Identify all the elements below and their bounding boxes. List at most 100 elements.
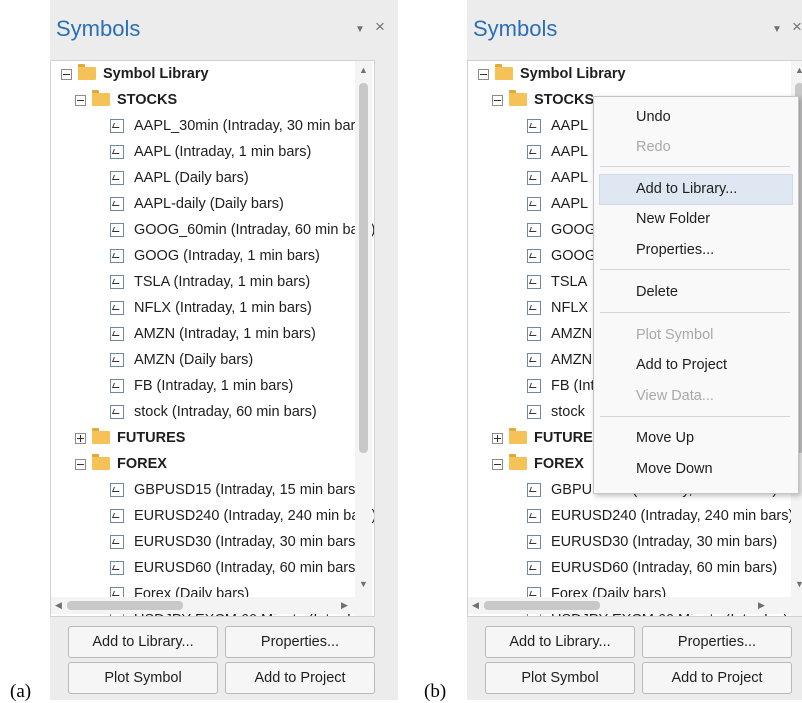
menu-separator bbox=[600, 166, 790, 167]
chart-icon bbox=[110, 353, 124, 367]
menu-item-plot-symbol[interactable]: Plot Symbol bbox=[636, 323, 713, 347]
tree-item-label: EURUSD240 (Intraday, 240 min bars) bbox=[134, 508, 375, 524]
scroll-up-icon[interactable]: ▲ bbox=[359, 65, 368, 75]
properties-button[interactable]: Properties... bbox=[225, 626, 375, 658]
dropdown-arrow-icon[interactable]: ▼ bbox=[772, 24, 782, 35]
horizontal-scrollbar[interactable]: ◀ ▶ bbox=[468, 597, 791, 614]
tree-item-label: GOOG bbox=[551, 222, 597, 238]
chart-icon bbox=[527, 249, 541, 263]
tree-item-label: AAPL bbox=[551, 196, 589, 212]
menu-separator bbox=[600, 416, 790, 417]
chart-icon bbox=[527, 145, 541, 159]
expand-icon[interactable] bbox=[492, 433, 503, 444]
menu-separator bbox=[600, 312, 790, 313]
folder-icon bbox=[509, 428, 527, 444]
chart-icon bbox=[527, 509, 541, 523]
scroll-right-icon[interactable]: ▶ bbox=[341, 600, 348, 611]
tree-item-label: EURUSD60 (Intraday, 60 min bars) bbox=[134, 560, 361, 576]
menu-item-redo[interactable]: Redo bbox=[636, 135, 671, 159]
menu-item-add-to-library[interactable]: Add to Library... bbox=[636, 177, 737, 201]
tree-item-label: TSLA bbox=[551, 274, 588, 290]
expand-icon[interactable] bbox=[75, 433, 86, 444]
folder-icon bbox=[495, 64, 513, 80]
add-to-project-button[interactable]: Add to Project bbox=[225, 662, 375, 694]
chart-icon bbox=[110, 561, 124, 575]
chart-icon bbox=[110, 327, 124, 341]
menu-item-undo[interactable]: Undo bbox=[636, 105, 671, 129]
chart-icon bbox=[110, 275, 124, 289]
menu-item-view-data[interactable]: View Data... bbox=[636, 384, 714, 408]
tree-item-label: AAPL-daily (Daily bars) bbox=[134, 196, 284, 212]
folder-icon bbox=[78, 64, 96, 80]
close-icon[interactable]: × bbox=[792, 17, 802, 37]
close-icon[interactable]: × bbox=[375, 17, 385, 37]
tree-item-label: STOCKS bbox=[534, 92, 595, 108]
chart-icon bbox=[527, 119, 541, 133]
context-menu: Undo Redo Add to Library... New Folder P… bbox=[593, 96, 799, 494]
tree-item-label: AAPL bbox=[551, 170, 589, 186]
properties-button[interactable]: Properties... bbox=[642, 626, 792, 658]
chart-icon bbox=[527, 327, 541, 341]
add-to-library-button[interactable]: Add to Library... bbox=[485, 626, 635, 658]
scroll-thumb[interactable] bbox=[359, 83, 368, 453]
menu-item-add-to-project[interactable]: Add to Project bbox=[636, 353, 727, 377]
scroll-left-icon[interactable]: ◀ bbox=[472, 600, 479, 611]
menu-item-move-up[interactable]: Move Up bbox=[636, 426, 694, 450]
scroll-left-icon[interactable]: ◀ bbox=[55, 600, 62, 611]
tree-item-label: Symbol Library bbox=[103, 66, 209, 82]
chart-icon bbox=[110, 509, 124, 523]
chart-icon bbox=[110, 223, 124, 237]
plot-symbol-button[interactable]: Plot Symbol bbox=[485, 662, 635, 694]
scroll-down-icon[interactable]: ▼ bbox=[795, 579, 802, 589]
add-to-library-button[interactable]: Add to Library... bbox=[68, 626, 218, 658]
scroll-down-icon[interactable]: ▼ bbox=[359, 579, 368, 589]
menu-item-properties[interactable]: Properties... bbox=[636, 238, 714, 262]
chart-icon bbox=[110, 249, 124, 263]
chart-icon bbox=[527, 223, 541, 237]
tree-item-label: EURUSD240 (Intraday, 240 min bars) bbox=[551, 508, 794, 524]
menu-separator bbox=[600, 269, 790, 270]
tree-item-label: AAPL bbox=[551, 144, 589, 160]
tree-item-label: NFLX bbox=[551, 300, 589, 316]
chart-icon bbox=[110, 379, 124, 393]
collapse-icon[interactable] bbox=[75, 95, 86, 106]
menu-item-new-folder[interactable]: New Folder bbox=[636, 207, 710, 231]
collapse-icon[interactable] bbox=[478, 69, 489, 80]
chart-icon bbox=[527, 405, 541, 419]
scroll-thumb[interactable] bbox=[67, 601, 183, 610]
chart-icon bbox=[527, 379, 541, 393]
panel-title: Symbols bbox=[56, 16, 141, 41]
tree-item-label: AAPL bbox=[551, 118, 589, 134]
tree-item-label: AAPL (Daily bars) bbox=[134, 170, 249, 186]
tree-item-label: STOCKS bbox=[117, 92, 178, 108]
chart-icon bbox=[527, 301, 541, 315]
chart-icon bbox=[110, 405, 124, 419]
tree-item-label: GOOG bbox=[551, 248, 597, 264]
horizontal-scrollbar[interactable]: ◀ ▶ bbox=[51, 597, 355, 614]
chart-icon bbox=[527, 275, 541, 289]
tree-item-label: FB (Intraday, 1 min bars) bbox=[134, 378, 294, 394]
collapse-icon[interactable] bbox=[75, 459, 86, 470]
vertical-scrollbar[interactable]: ▲ ▼ bbox=[355, 61, 372, 616]
scroll-up-icon[interactable]: ▲ bbox=[795, 65, 802, 75]
chart-icon bbox=[110, 119, 124, 133]
collapse-icon[interactable] bbox=[61, 69, 72, 80]
tree-item-label: FOREX bbox=[534, 456, 584, 472]
collapse-icon[interactable] bbox=[492, 95, 503, 106]
tree-item-label: AAPL_30min (Intraday, 30 min bars) bbox=[134, 118, 368, 134]
menu-item-move-down[interactable]: Move Down bbox=[636, 457, 713, 481]
symbols-panel-a: Symbols ▼ × Symbol Library STOCKS AAPL_30m… bbox=[50, 0, 398, 700]
plot-symbol-button[interactable]: Plot Symbol bbox=[68, 662, 218, 694]
collapse-icon[interactable] bbox=[492, 459, 503, 470]
tree-item-label: AAPL (Intraday, 1 min bars) bbox=[134, 144, 312, 160]
scroll-right-icon[interactable]: ▶ bbox=[758, 600, 765, 611]
add-to-project-button[interactable]: Add to Project bbox=[642, 662, 792, 694]
dropdown-arrow-icon[interactable]: ▼ bbox=[355, 24, 365, 35]
menu-item-delete[interactable]: Delete bbox=[636, 280, 678, 304]
tree-item-label: FOREX bbox=[117, 456, 167, 472]
folder-icon bbox=[509, 90, 527, 106]
scroll-thumb[interactable] bbox=[484, 601, 600, 610]
tree-item-label: AMZN bbox=[551, 352, 593, 368]
tree-item-label: TSLA (Intraday, 1 min bars) bbox=[134, 274, 311, 290]
chart-icon bbox=[110, 483, 124, 497]
